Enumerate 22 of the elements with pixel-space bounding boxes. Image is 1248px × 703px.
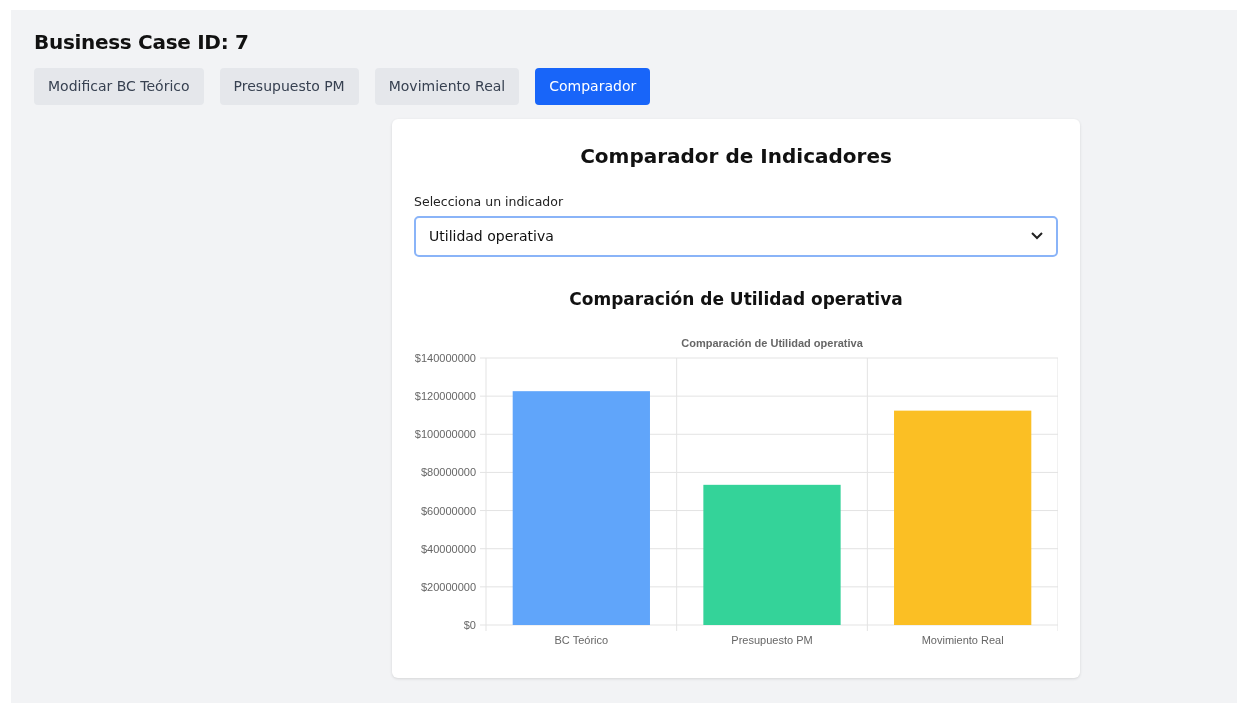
select-label: Selecciona un indicador — [414, 193, 565, 211]
y-axis-label: $60000000 — [420, 504, 476, 517]
chart-heading: Comparación de Utilidad operativa — [568, 287, 904, 311]
x-axis-label: BC Teórico — [554, 634, 609, 647]
y-axis-label: $20000000 — [420, 581, 476, 594]
indicator-select[interactable]: Utilidad operativa — [414, 215, 1058, 257]
y-axis-label: $80000000 — [420, 466, 476, 479]
y-axis-label: $120000000 — [414, 390, 476, 403]
y-axis-label: $40000000 — [420, 542, 476, 555]
page-title: Business Case ID: 7 — [34, 30, 250, 54]
chart-title: Comparación de Utilidad operativa — [681, 337, 863, 350]
x-axis-label: Movimiento Real — [921, 634, 1004, 647]
y-axis-label: $100000000 — [414, 428, 476, 441]
y-axis-label: $0 — [463, 619, 476, 632]
chevron-down-icon — [1031, 232, 1043, 241]
y-axis-label: $140000000 — [414, 352, 476, 365]
card-title: Comparador de Indicadores — [579, 143, 893, 170]
tab[interactable]: Movimiento Real — [374, 68, 520, 105]
tab[interactable]: Comparador — [535, 68, 651, 105]
tab[interactable]: Presupuesto PM — [219, 68, 359, 105]
tab[interactable]: Modificar BC Teórico — [34, 68, 204, 105]
x-axis-label: Presupuesto PM — [731, 634, 813, 647]
